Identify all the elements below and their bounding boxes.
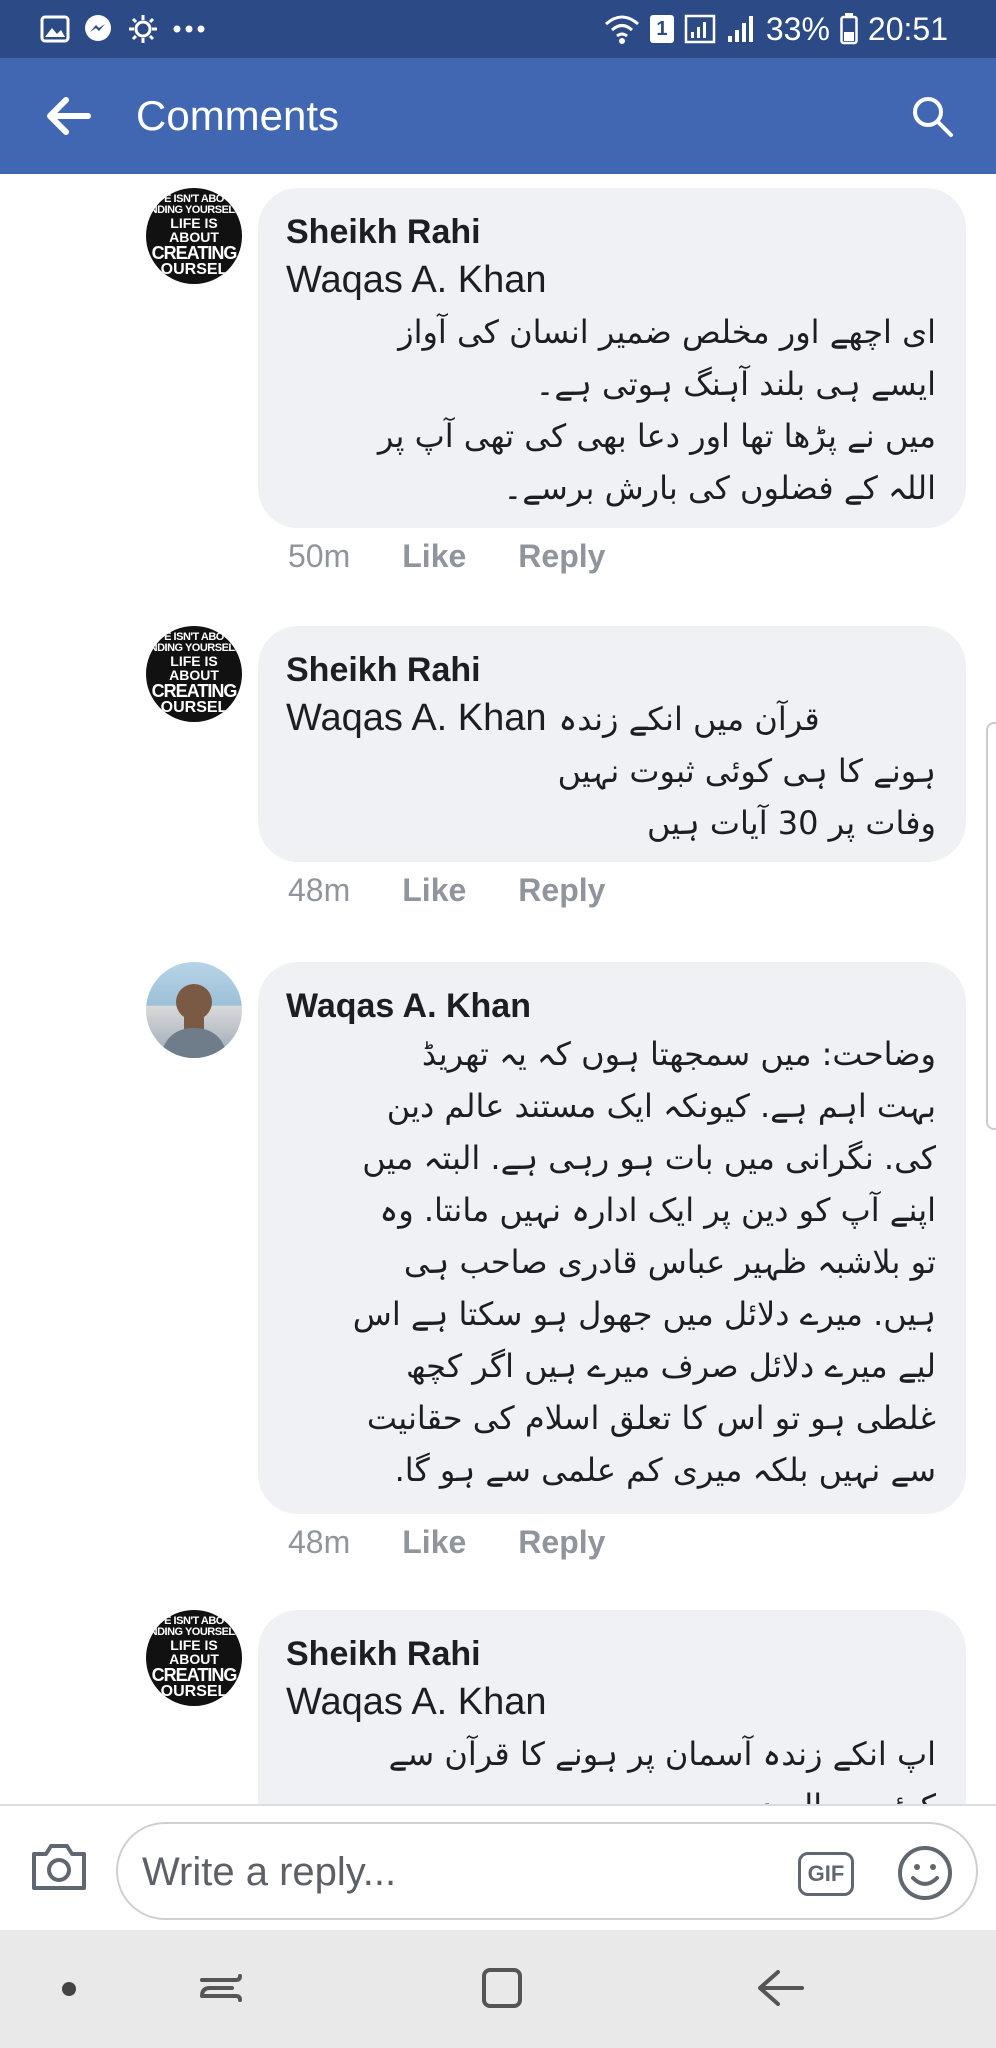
comment-bubble[interactable]: Sheikh Rahi Waqas A. Khan ای اچھے اور مخ… [258, 188, 966, 528]
search-icon[interactable] [910, 94, 954, 138]
signal-icon [684, 14, 716, 44]
status-bar: 1 33% 20:51 [0, 0, 996, 58]
reply-input[interactable]: Write a reply... GIF [116, 1822, 978, 1920]
comment-author[interactable]: Sheikh Rahi [286, 1632, 936, 1676]
avatar[interactable]: E ISN'T ABO INDING YOURSELF LIFE IS ABOU… [146, 188, 242, 284]
battery-icon [840, 13, 858, 45]
system-nav-bar [0, 1930, 996, 2048]
comment-timestamp: 50m [288, 538, 351, 574]
gallery-icon [40, 15, 70, 43]
emoji-icon[interactable] [896, 1844, 954, 1902]
nav-back-icon[interactable] [754, 1966, 806, 2010]
comment-timestamp: 48m [288, 872, 351, 908]
comment-text: ہونے کا ہی کوئی ثبوت نہیں وفات پر 30 آیا… [557, 752, 936, 842]
comment-bubble[interactable]: Sheikh Rahi Waqas A. Khan قرآن میں انکے … [258, 626, 966, 862]
back-arrow-icon[interactable] [44, 94, 92, 138]
comment-bubble[interactable]: Waqas A. Khan وضاحت: میں سمجھتا ہوں کہ ی… [258, 962, 966, 1514]
recent-apps-icon[interactable] [196, 1966, 246, 2010]
like-button[interactable]: Like [402, 870, 466, 910]
comments-feed[interactable]: E ISN'T ABO INDING YOURSELF LIFE IS ABOU… [0, 174, 996, 1804]
like-button[interactable]: Like [402, 1522, 466, 1562]
comment-text: ای اچھے اور مخلص ضمیر انسان کی آواز ایسے… [377, 313, 936, 507]
brightness-icon [129, 15, 157, 43]
sim-badge: 1 [649, 15, 674, 43]
comment-text-inline: قرآن میں انکے زندہ [558, 700, 820, 738]
gif-button[interactable]: GIF [798, 1852, 854, 1896]
avatar[interactable]: E ISN'T ABO INDING YOURSELF LIFE IS ABOU… [146, 1610, 242, 1706]
comment-actions: 50m Like Reply [288, 536, 605, 576]
reply-button[interactable]: Reply [518, 536, 605, 576]
wifi-icon [604, 15, 639, 44]
messenger-icon [85, 15, 111, 41]
profile-photo [160, 984, 228, 1058]
comment-mention[interactable]: Waqas A. Khan [286, 692, 547, 744]
comment-actions: 48m Like Reply [288, 1522, 605, 1562]
comment-bubble[interactable]: Sheikh Rahi Waqas A. Khan اپ انکے زندہ آ… [258, 1610, 966, 1804]
like-button[interactable]: Like [402, 536, 466, 576]
comment-mention[interactable]: Waqas A. Khan [286, 1676, 936, 1728]
comment-first-line: Waqas A. Khan قرآن میں انکے زندہ [286, 692, 936, 745]
nav-dot-icon[interactable] [62, 1982, 76, 1996]
reply-button[interactable]: Reply [518, 1522, 605, 1562]
comment-mention[interactable]: Waqas A. Khan [286, 254, 936, 306]
avatar[interactable]: E ISN'T ABO INDING YOURSELF LIFE IS ABOU… [146, 626, 242, 722]
more-icon [173, 25, 205, 33]
comment-author[interactable]: Waqas A. Khan [286, 984, 936, 1028]
app-bar: Comments [0, 58, 996, 174]
page-title: Comments [136, 92, 340, 139]
comment-text: اپ انکے زندہ آسمان پر ہونے کا قرآن سے کو… [388, 1735, 936, 1804]
reply-composer: Write a reply... GIF [0, 1804, 996, 1930]
signal-strength-icon [727, 16, 753, 42]
camera-icon[interactable] [30, 1840, 88, 1892]
comment-timestamp: 48m [288, 1524, 351, 1560]
reply-placeholder: Write a reply... [142, 1850, 397, 1894]
scrollbar[interactable] [986, 722, 996, 1130]
home-icon[interactable] [478, 1964, 526, 2012]
comment-actions: 48m Like Reply [288, 870, 605, 910]
avatar[interactable] [146, 962, 242, 1058]
comment-text: وضاحت: میں سمجھتا ہوں کہ یہ تھریڈ بہت اہ… [352, 1035, 936, 1489]
battery-percent: 33% [765, 10, 830, 47]
comment-author[interactable]: Sheikh Rahi [286, 210, 936, 254]
clock: 20:51 [867, 10, 948, 47]
reply-button[interactable]: Reply [518, 870, 605, 910]
comment-author[interactable]: Sheikh Rahi [286, 648, 936, 692]
